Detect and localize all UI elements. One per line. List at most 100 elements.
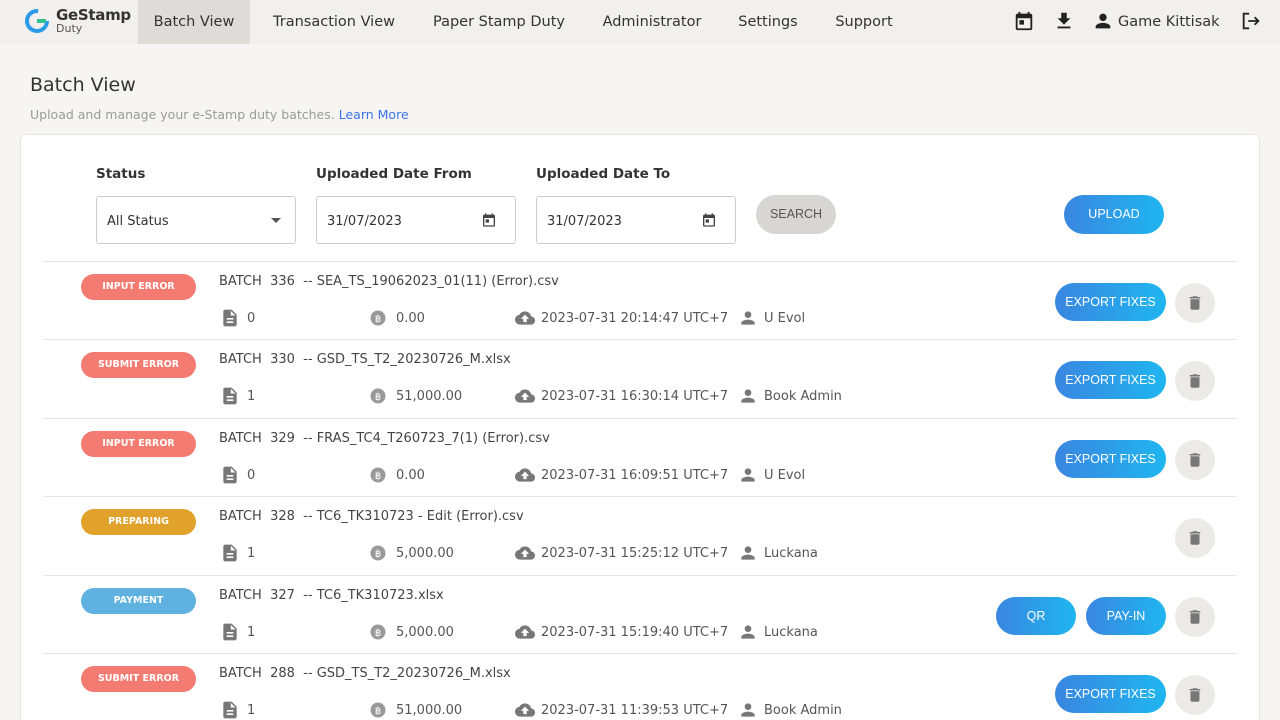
batch-row: INPUT ERROR BATCH 329 -- FRAS_TC4_T26072…	[44, 418, 1236, 496]
batch-name[interactable]: BATCH 336 -- SEA_TS_19062023_01(11) (Err…	[219, 274, 559, 289]
calendar-icon[interactable]	[1013, 10, 1035, 32]
uploader-name: Luckana	[764, 546, 818, 561]
cloud-upload-icon	[515, 389, 535, 403]
upload-time-value: 2023-07-31 11:39:53 UTC+7	[541, 703, 729, 718]
export-fixes-button[interactable]: EXPORT FIXES	[1055, 283, 1166, 321]
calendar-icon[interactable]	[701, 212, 717, 228]
nav-paper-stamp-duty[interactable]: Paper Stamp Duty	[420, 0, 578, 44]
status-badge: PREPARING	[81, 509, 196, 535]
svg-text:฿: ฿	[375, 392, 381, 403]
user-icon	[741, 546, 755, 560]
download-icon[interactable]	[1053, 10, 1075, 32]
batch-name[interactable]: BATCH 330 -- GSD_TS_T2_20230726_M.xlsx	[219, 352, 511, 367]
upload-time-value: 2023-07-31 15:25:12 UTC+7	[541, 546, 729, 561]
doc-count-value: 1	[247, 625, 256, 640]
export-fixes-button[interactable]: EXPORT FIXES	[1055, 440, 1166, 478]
status-select[interactable]: All Status	[96, 196, 296, 244]
svg-text:฿: ฿	[375, 549, 381, 560]
user-icon	[741, 311, 755, 325]
upload-time-value: 2023-07-31 16:09:51 UTC+7	[541, 468, 729, 483]
svg-text:฿: ฿	[375, 471, 381, 482]
trash-icon	[1189, 296, 1201, 310]
delete-button[interactable]	[1175, 440, 1215, 480]
batch-row: PAYMENT BATCH 327 -- TC6_TK310723.xlsx 1…	[44, 575, 1236, 653]
svg-text:฿: ฿	[375, 628, 381, 639]
batch-name[interactable]: BATCH 327 -- TC6_TK310723.xlsx	[219, 588, 444, 603]
baht-coin-icon: ฿	[370, 624, 386, 640]
upload-time-value: 2023-07-31 16:30:14 UTC+7	[541, 389, 729, 404]
baht-coin-icon: ฿	[370, 702, 386, 718]
document-icon	[223, 387, 237, 405]
user-icon	[741, 389, 755, 403]
batch-row: SUBMIT ERROR BATCH 288 -- GSD_TS_T2_2023…	[44, 653, 1236, 720]
uploader-name: Luckana	[764, 625, 818, 640]
batch-row: PREPARING BATCH 328 -- TC6_TK310723 - Ed…	[44, 496, 1236, 574]
upload-time-value: 2023-07-31 20:14:47 UTC+7	[541, 311, 729, 326]
pay-in-button[interactable]: PAY-IN	[1086, 597, 1166, 635]
user-icon	[1095, 13, 1111, 29]
logo-sub: Duty	[56, 22, 83, 35]
uploader-name: U Evol	[764, 468, 806, 483]
delete-button[interactable]	[1175, 675, 1215, 715]
delete-button[interactable]	[1175, 361, 1215, 401]
app-logo[interactable]: GeStamp Duty	[24, 6, 134, 38]
batch-name[interactable]: BATCH 288 -- GSD_TS_T2_20230726_M.xlsx	[219, 666, 511, 681]
svg-text:฿: ฿	[375, 314, 381, 325]
user-icon	[741, 703, 755, 717]
document-icon	[223, 544, 237, 562]
cloud-upload-icon	[515, 311, 535, 325]
trash-icon	[1189, 453, 1201, 467]
chevron-down-icon	[271, 218, 281, 223]
user-name[interactable]: Game Kittisak	[1118, 0, 1220, 44]
page-subtitle-text: Upload and manage your e-Stamp duty batc…	[30, 107, 335, 122]
doc-count-value: 1	[247, 703, 256, 718]
qr-button[interactable]: QR	[996, 597, 1076, 635]
amount-value: 51,000.00	[396, 389, 463, 404]
status-badge: INPUT ERROR	[81, 274, 196, 300]
baht-coin-icon: ฿	[370, 545, 386, 561]
trash-icon	[1189, 610, 1201, 624]
top-nav-bar: GeStamp Duty Batch View Transaction View…	[0, 0, 1280, 44]
delete-button[interactable]	[1175, 597, 1215, 637]
status-badge: INPUT ERROR	[81, 431, 196, 457]
export-fixes-button[interactable]: EXPORT FIXES	[1055, 361, 1166, 399]
status-badge: SUBMIT ERROR	[81, 352, 196, 378]
baht-coin-icon: ฿	[370, 388, 386, 404]
uploader-name: Book Admin	[764, 703, 842, 718]
uploader-name: U Evol	[764, 311, 806, 326]
nav-settings[interactable]: Settings	[728, 0, 808, 44]
date-from-value: 31/07/2023	[327, 214, 402, 229]
delete-button[interactable]	[1175, 283, 1215, 323]
batch-name[interactable]: BATCH 329 -- FRAS_TC4_T260723_7(1) (Erro…	[219, 431, 550, 446]
nav-batch-view[interactable]: Batch View	[138, 0, 250, 44]
learn-more-link[interactable]: Learn More	[339, 107, 409, 122]
document-icon	[223, 701, 237, 719]
upload-button[interactable]: UPLOAD	[1064, 195, 1164, 234]
calendar-icon[interactable]	[481, 212, 497, 228]
nav-support[interactable]: Support	[826, 0, 902, 44]
baht-coin-icon: ฿	[370, 467, 386, 483]
date-to-label: Uploaded Date To	[536, 166, 671, 182]
page-title: Batch View	[30, 74, 136, 96]
document-icon	[223, 309, 237, 327]
doc-count-value: 1	[247, 546, 256, 561]
date-from-input[interactable]: 31/07/2023	[316, 196, 516, 244]
date-to-input[interactable]: 31/07/2023	[536, 196, 736, 244]
delete-button[interactable]	[1175, 518, 1215, 558]
cloud-upload-icon	[515, 546, 535, 560]
search-button[interactable]: SEARCH	[756, 195, 836, 234]
gestamp-logo-icon	[25, 9, 49, 33]
logout-icon[interactable]	[1240, 10, 1262, 32]
nav-transaction-view[interactable]: Transaction View	[258, 0, 410, 44]
nav-administrator[interactable]: Administrator	[592, 0, 712, 44]
date-from-label: Uploaded Date From	[316, 166, 472, 182]
export-fixes-button[interactable]: EXPORT FIXES	[1055, 675, 1166, 713]
date-to-value: 31/07/2023	[547, 214, 622, 229]
uploader-name: Book Admin	[764, 389, 842, 404]
batch-row: SUBMIT ERROR BATCH 330 -- GSD_TS_T2_2023…	[44, 339, 1236, 417]
status-label: Status	[96, 166, 146, 182]
trash-icon	[1189, 688, 1201, 702]
batch-name[interactable]: BATCH 328 -- TC6_TK310723 - Edit (Error)…	[219, 509, 524, 524]
user-icon	[741, 625, 755, 639]
status-select-value: All Status	[107, 214, 169, 229]
